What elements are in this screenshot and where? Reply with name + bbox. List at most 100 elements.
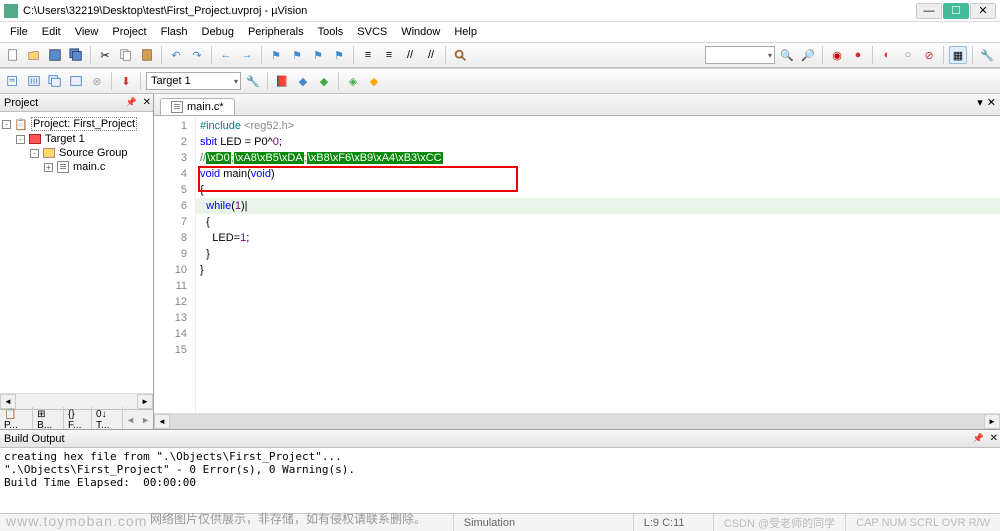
open-file-icon[interactable] [25,46,43,64]
window-icon[interactable]: ▦ [949,46,967,64]
code-editor[interactable]: 123456789101112131415 #include <reg52.h>… [154,116,1000,413]
breakpoint-disable-icon[interactable]: ○ [899,46,917,64]
code-line[interactable]: void main(void) [196,166,1000,182]
stop-build-icon[interactable]: ⊗ [88,72,106,90]
status-cursor: L:9 C:11 [633,514,713,531]
find-in-files-icon[interactable]: 🔍 [778,46,796,64]
uncomment-icon[interactable]: // [422,46,440,64]
find-combo[interactable] [705,46,775,64]
menu-svcs[interactable]: SVCS [351,24,393,40]
indent-icon[interactable]: ≡ [359,46,377,64]
manage-rte-icon[interactable]: ◆ [365,72,383,90]
debug-icon[interactable]: ◉ [828,46,846,64]
breakpoint-kill-icon[interactable]: ⊘ [920,46,938,64]
tree-expander[interactable]: - [2,120,11,129]
close-button[interactable]: ✕ [970,3,996,19]
build-output-title: Build Output 📌 ✕ [0,430,1000,448]
editor-area: main.c* ▾ ✕ 123456789101112131415 #inclu… [154,94,1000,429]
find-icon[interactable] [451,46,469,64]
nav-fwd-icon[interactable]: → [238,46,256,64]
editor-tabs: main.c* ▾ ✕ [154,94,1000,116]
menu-file[interactable]: File [4,24,34,40]
menu-project[interactable]: Project [106,24,152,40]
cut-icon[interactable]: ✂ [96,46,114,64]
build-output-panel: Build Output 📌 ✕ creating hex file from … [0,429,1000,513]
menu-window[interactable]: Window [395,24,446,40]
file-icon [56,161,70,173]
menu-flash[interactable]: Flash [155,24,194,40]
tree-root-label[interactable]: Project: First_Project [31,117,137,131]
code-line[interactable]: { [196,214,1000,230]
copy-icon[interactable] [117,46,135,64]
configure-icon[interactable]: 🔧 [978,46,996,64]
target-selector[interactable]: Target 1 [146,72,241,90]
tree-expander[interactable]: - [30,149,39,158]
panel-close-icon[interactable]: ✕ [143,97,151,108]
breakpoint-insert-icon[interactable]: ● [849,46,867,64]
pack-installer-icon[interactable]: ◈ [344,72,362,90]
main-area: Project 📌 ✕ - 📋 Project: First_Project -… [0,94,1000,429]
tree-expander[interactable]: + [44,163,53,172]
toolbar-main: ✂ ↶ ↷ ← → ⚑ ⚑ ⚑ ⚑ ≡ ≡ // // 🔍 🔎 ◉ ● ◐ ○ … [0,42,1000,68]
redo-icon[interactable]: ↷ [188,46,206,64]
code-line[interactable]: //\xD0;\xA8\xB5\xDA;\xB8\xF6\xB9\xA4\xB3… [196,150,1000,166]
download-icon[interactable]: ⬇ [117,72,135,90]
build-output-text[interactable]: creating hex file from ".\Objects\First_… [0,448,1000,513]
save-icon[interactable] [46,46,64,64]
bookmark-next-icon[interactable]: ⚑ [309,46,327,64]
new-file-icon[interactable] [4,46,22,64]
nav-back-icon[interactable]: ← [217,46,235,64]
incremental-find-icon[interactable]: 🔎 [799,46,817,64]
code-line[interactable]: { [196,182,1000,198]
save-all-icon[interactable] [67,46,85,64]
translate-icon[interactable] [4,72,22,90]
menu-edit[interactable]: Edit [36,24,67,40]
paste-icon[interactable] [138,46,156,64]
code-line[interactable]: sbit LED = P0^0; [196,134,1000,150]
target-selector-label: Target 1 [151,75,191,87]
code-line[interactable]: #include <reg52.h> [196,118,1000,134]
editor-close-icon[interactable]: ✕ [987,96,996,109]
undo-icon[interactable]: ↶ [167,46,185,64]
menu-help[interactable]: Help [448,24,483,40]
toolbar-build: ⊗ ⬇ Target 1 🔧 📕 ◆ ◆ ◈ ◆ [0,68,1000,94]
rebuild-icon[interactable] [46,72,64,90]
menu-tools[interactable]: Tools [312,24,350,40]
tree-file-label[interactable]: main.c [73,161,105,173]
code-line[interactable]: while(1)| [196,198,1000,214]
menu-view[interactable]: View [69,24,105,40]
breakpoint-enable-icon[interactable]: ◐ [878,46,896,64]
minimize-button[interactable]: — [916,3,942,19]
code-line[interactable]: } [196,262,1000,278]
file-icon [171,101,183,113]
outdent-icon[interactable]: ≡ [380,46,398,64]
bookmark-prev-icon[interactable]: ⚑ [288,46,306,64]
tree-expander[interactable]: - [16,135,25,144]
manage-components-icon[interactable]: ◆ [294,72,312,90]
code-line[interactable]: } [196,246,1000,262]
comment-icon[interactable]: // [401,46,419,64]
project-tree[interactable]: - 📋 Project: First_Project - Target 1 - … [0,112,153,393]
tree-group-label[interactable]: Source Group [59,147,127,159]
batch-build-icon[interactable] [67,72,85,90]
menu-peripherals[interactable]: Peripherals [242,24,310,40]
maximize-button[interactable]: ☐ [943,3,969,19]
code-content[interactable]: #include <reg52.h>sbit LED = P0^0;//\xD0… [196,116,1000,413]
manage-books-icon[interactable]: 📕 [273,72,291,90]
bookmark-icon[interactable]: ⚑ [267,46,285,64]
editor-hscroll[interactable]: ◄► [154,413,1000,429]
options-icon[interactable]: 🔧 [244,72,262,90]
editor-tab-active[interactable]: main.c* [160,98,235,115]
bookmark-clear-icon[interactable]: ⚑ [330,46,348,64]
pin-icon[interactable]: 📌 [973,433,984,444]
tree-target-label[interactable]: Target 1 [45,133,85,145]
panel-close-icon[interactable]: ✕ [990,433,998,444]
build-icon[interactable] [25,72,43,90]
code-line[interactable]: LED=1; [196,230,1000,246]
editor-dropdown-icon[interactable]: ▾ [977,96,983,109]
window-title: C:\Users\32219\Desktop\test\First_Projec… [23,5,916,17]
status-csdn: CSDN @受老师的同学 [713,514,845,531]
pin-icon[interactable]: 📌 [126,97,137,108]
select-packs-icon[interactable]: ◆ [315,72,333,90]
menu-debug[interactable]: Debug [196,24,240,40]
